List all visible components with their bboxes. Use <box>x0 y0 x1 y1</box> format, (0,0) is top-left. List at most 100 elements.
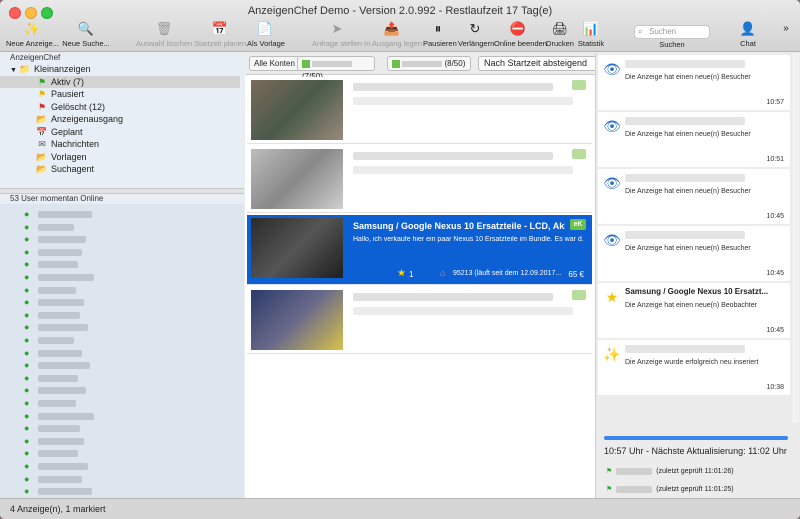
disclosure-triangle-icon[interactable]: ▼ <box>10 67 17 74</box>
notification-item[interactable]: ✨ Die Anzeige wurde erfolgreich neu inser… <box>598 340 790 395</box>
account-filter-2[interactable]: (8/50) <box>387 56 471 71</box>
outbox-button[interactable]: 📤 In Ausgang legen <box>364 18 422 50</box>
notification-item[interactable]: 👁 Die Anzeige hat einen neue(n) Besucher 1… <box>598 226 790 281</box>
tree-item[interactable]: ⚑ Gelöscht (12) <box>0 101 105 113</box>
user-icon: ● <box>24 221 30 232</box>
tree-item[interactable]: ▼ 📁 Kleinanzeigen <box>0 63 90 75</box>
folder-tree: AnzeigenChef ▼ 📁 Kleinanzeigen ⚑ Aktiv (7) ⚑ P… <box>0 53 244 188</box>
toolbar-overflow-button[interactable]: » <box>778 18 794 50</box>
chat-button[interactable]: 👤 Chat <box>735 18 761 50</box>
eye-icon: 👁 <box>603 232 621 248</box>
house-icon: ⌂ <box>440 268 446 278</box>
online-user-row[interactable]: ● <box>22 296 222 307</box>
ad-list-item-selected[interactable]: Samsung / Google Nexus 10 Ersatzteile - … <box>247 215 592 285</box>
online-user-row[interactable]: ● <box>22 271 222 282</box>
notification-text: Die Anzeige wurde erfolgreich neu inseri… <box>625 359 759 366</box>
online-user-row[interactable]: ● <box>22 309 222 320</box>
send-button[interactable]: ➤ Anfrage stellen <box>312 18 362 50</box>
notifications-scrollbar[interactable] <box>792 53 799 423</box>
update-progress-fill <box>604 436 788 440</box>
searchagent-folder-icon: 📂 <box>36 164 48 174</box>
notification-time: 10:45 <box>766 327 784 334</box>
online-user-row[interactable]: ● <box>22 221 222 232</box>
online-user-row[interactable]: ● <box>22 384 222 395</box>
online-user-row[interactable]: ● <box>22 208 222 219</box>
notification-item[interactable]: 👁 Die Anzeige hat einen neue(n) Besucher 1… <box>598 55 790 110</box>
ad-list-item[interactable] <box>247 146 592 213</box>
user-icon: ● <box>24 322 30 333</box>
toolbar-button-label: Verlängern <box>458 39 495 48</box>
notification-title-redacted <box>625 174 745 182</box>
account-filter-1[interactable]: (7/50) <box>297 56 375 81</box>
messages-icon: ✉ <box>38 139 46 149</box>
tree-item[interactable]: 📂 Suchagent <box>0 163 94 175</box>
calendar-button[interactable]: 📅 Startzeit planen <box>194 18 246 50</box>
ad-title: Samsung / Google Nexus 10 Ersatzteile - … <box>353 221 565 231</box>
status-bar: 4 Anzeige(n), 1 markiert <box>0 498 800 519</box>
ad-badge: eK <box>570 219 586 230</box>
online-user-row[interactable]: ● <box>22 447 222 458</box>
online-user-row[interactable]: ● <box>22 485 222 496</box>
flag-green-icon: ⚑ <box>606 468 613 475</box>
online-user-row[interactable]: ● <box>22 410 222 421</box>
tree-item[interactable]: ⚑ Pausiert <box>0 88 84 100</box>
user-icon: ● <box>24 209 30 219</box>
notifications-panel: 👁 Die Anzeige hat einen neue(n) Besucher 1… <box>595 53 800 498</box>
ad-badge <box>572 80 586 90</box>
user-icon: ● <box>24 486 30 497</box>
online-users-list[interactable]: ● ● ● ● ● ● ● ● ● ● ● ● ● ● ● ● ● ● ● ● ● ● ● <box>0 204 244 498</box>
online-user-row[interactable]: ● <box>22 397 222 408</box>
search-doc-button[interactable]: 🔍 Neue Suche... <box>60 18 112 50</box>
tree-item[interactable]: 📂 Anzeigenausgang <box>0 113 123 125</box>
ad-list-item[interactable] <box>247 77 592 144</box>
notification-title-redacted <box>625 345 745 353</box>
left-panel: AnzeigenChef ▼ 📁 Kleinanzeigen ⚑ Aktiv (7) ⚑ P… <box>0 53 244 498</box>
all-accounts-button[interactable]: Alle Konten <box>249 56 300 71</box>
pause-button[interactable]: ⏸ Pausieren <box>423 18 457 50</box>
online-user-row[interactable]: ● <box>22 258 222 269</box>
ad-list-item[interactable] <box>247 287 592 354</box>
tree-item[interactable]: ⚑ Aktiv (7) <box>0 75 240 88</box>
stop-online-button[interactable]: ⛔ Online beenden <box>494 18 547 50</box>
notification-item[interactable]: 👁 Die Anzeige hat einen neue(n) Besucher 1… <box>598 112 790 167</box>
user-name-redacted <box>38 324 88 332</box>
update-status: 10:57 Uhr - Nächste Aktualisierung: 11:0… <box>604 446 787 456</box>
template-button[interactable]: 📄 Als Vorlage <box>247 18 285 50</box>
online-user-row[interactable]: ● <box>22 321 222 332</box>
tree-item[interactable]: ✉ Nachrichten <box>0 138 99 150</box>
online-user-row[interactable]: ● <box>22 347 222 358</box>
online-user-row[interactable]: ● <box>22 422 222 433</box>
trash-button[interactable]: 🗑 Auswahl löschen <box>136 18 192 50</box>
tree-item[interactable]: 📅 Geplant <box>0 126 82 138</box>
user-icon: ● <box>24 435 30 446</box>
tree-item[interactable]: 📂 Vorlagen <box>0 151 86 163</box>
ad-location: 95213 (läuft seit dem 12.09.2017... <box>453 270 562 277</box>
online-user-row[interactable]: ● <box>22 359 222 370</box>
notification-item[interactable]: ★ Samsung / Google Nexus 10 Ersatzt... Die… <box>598 283 790 338</box>
online-user-row[interactable]: ● <box>22 372 222 383</box>
wand-button[interactable]: ✨ Neue Anzeige... <box>6 18 59 50</box>
user-icon: ● <box>24 246 30 257</box>
online-user-row[interactable]: ● <box>22 246 222 257</box>
search-input[interactable]: ⌕ Suchen <box>634 25 710 39</box>
folder-icon: 📁 <box>19 64 31 74</box>
account-name-redacted <box>312 60 353 67</box>
online-user-row[interactable]: ● <box>22 435 222 446</box>
online-user-row[interactable]: ● <box>22 473 222 484</box>
notification-item[interactable]: 👁 Die Anzeige hat einen neue(n) Besucher 1… <box>598 169 790 224</box>
online-user-row[interactable]: ● <box>22 460 222 471</box>
account-check-status: ⚑ (zuletzt geprüft 11:01:26) <box>606 467 734 475</box>
online-user-row[interactable]: ● <box>22 233 222 244</box>
user-icon: ● <box>24 385 30 396</box>
search-label: Suchen <box>659 40 685 49</box>
chevron-double-right-icon: » <box>783 23 789 34</box>
ad-watchers: 1 <box>409 270 414 279</box>
extend-button[interactable]: ↻ Verlängern <box>458 18 495 50</box>
online-user-row[interactable]: ● <box>22 284 222 295</box>
online-user-row[interactable]: ● <box>22 334 222 345</box>
chart-button[interactable]: 📊 Statistik <box>577 18 605 50</box>
printer-button[interactable]: 🖨 Drucken <box>546 18 574 50</box>
user-name-redacted <box>38 223 74 231</box>
user-icon: ● <box>24 234 30 245</box>
flag-green-icon: ⚑ <box>606 486 613 493</box>
